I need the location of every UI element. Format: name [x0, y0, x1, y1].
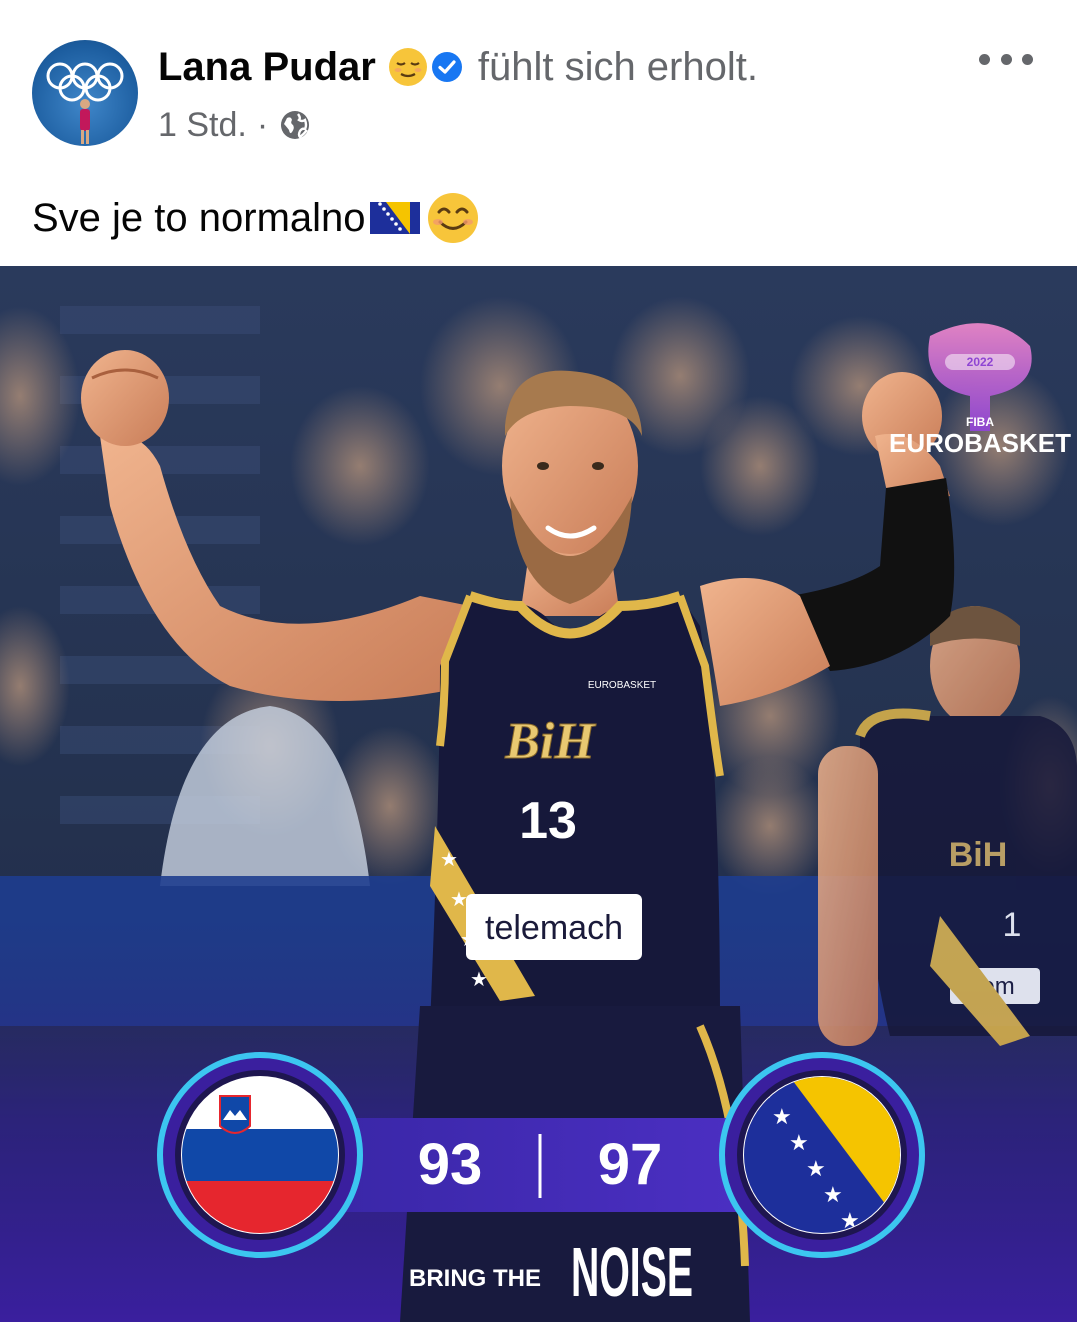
post-timestamp[interactable]: 1 Std. — [158, 106, 247, 145]
jersey-star-icon: ★ — [450, 887, 468, 911]
author-name[interactable]: Lana Pudar — [158, 45, 376, 90]
post-header: Lana Pudar fühlt sich erholt. 1 Std. · — [0, 0, 1077, 170]
jersey-sponsor: telemach — [485, 909, 623, 947]
bg-jersey-team: BiH — [949, 836, 1008, 874]
eurobasket-label: EUROBASKET — [889, 428, 1071, 458]
more-dot-icon — [1000, 53, 1012, 65]
slogan-prefix: BRING THE — [409, 1265, 541, 1292]
relieved-face-emoji — [388, 48, 427, 86]
jersey-number: 13 — [519, 792, 577, 850]
away-score: 97 — [598, 1132, 663, 1197]
more-dot-icon — [979, 53, 990, 65]
feeling-status: fühlt sich erholt. — [477, 44, 758, 89]
jersey-team: BiH — [504, 713, 596, 770]
more-options-button[interactable] — [979, 44, 1033, 74]
jersey-star-icon: ★ — [440, 847, 458, 871]
post-text-body: Sve je to normalno — [32, 195, 366, 240]
post-image[interactable]: BiH 1 telem — [0, 266, 1077, 1322]
post-meta: 1 Std. · — [158, 104, 312, 146]
globe-icon[interactable] — [278, 108, 312, 142]
jersey-star-icon: ★ — [470, 967, 488, 991]
bg-jersey-number: 1 — [1003, 906, 1022, 944]
author-avatar[interactable] — [32, 40, 138, 146]
meta-separator: · — [256, 105, 269, 144]
smiling-face-emoji — [427, 193, 478, 243]
flag-star-icon: ★ — [789, 1131, 809, 1156]
flag-bosnia-emoji — [369, 202, 420, 234]
flag-star-icon: ★ — [806, 1157, 826, 1182]
slogan-word: NOISE — [571, 1234, 693, 1312]
home-score: 93 — [418, 1132, 483, 1197]
more-dot-icon — [1022, 53, 1033, 65]
flag-star-icon: ★ — [823, 1183, 843, 1208]
author-line: Lana Pudar fühlt sich erholt. — [158, 42, 758, 92]
jersey-patch: EUROBASKET — [588, 680, 656, 691]
eurobasket-year: 2022 — [967, 355, 994, 369]
fiba-label: FIBA — [966, 415, 994, 429]
post-text: Sve je to normalno — [32, 188, 480, 248]
verified-badge-icon — [431, 52, 462, 82]
flag-star-icon: ★ — [772, 1105, 792, 1130]
